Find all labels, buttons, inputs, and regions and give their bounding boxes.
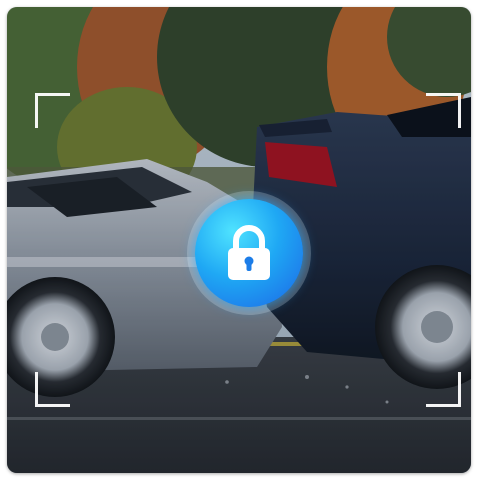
viewfinder-top-left-bracket-icon [35,93,70,128]
viewfinder-bottom-right-bracket-icon [426,372,461,407]
lock-badge-halo[interactable] [187,191,311,315]
viewfinder-top-right-bracket-icon [426,93,461,128]
lock-icon [224,224,274,282]
lock-badge[interactable] [195,199,303,307]
viewfinder-bottom-left-bracket-icon [35,372,70,407]
locked-image-card[interactable] [7,7,471,473]
